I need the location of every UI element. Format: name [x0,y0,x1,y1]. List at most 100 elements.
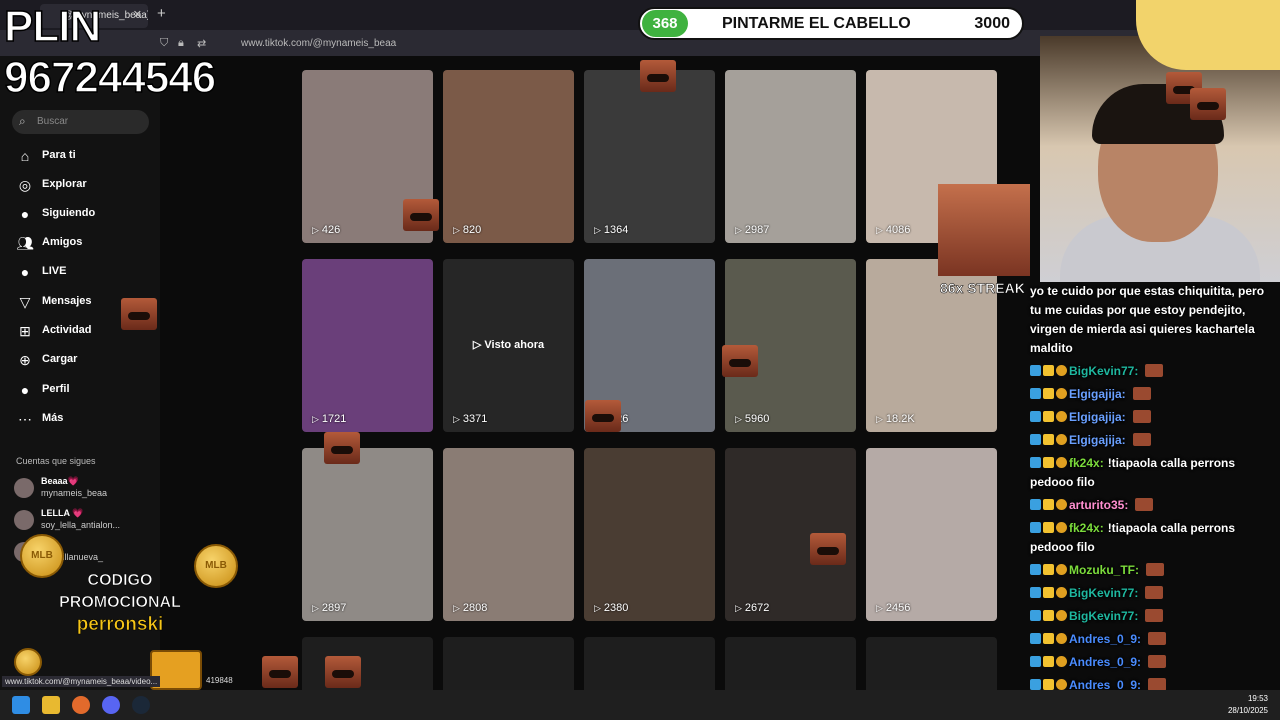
view-count: ▷ 5960 [735,413,769,425]
coin-badge-icon [1056,679,1067,690]
chat-username: fk24x: [1069,521,1104,535]
search-input[interactable]: ⌕ Buscar [12,110,149,134]
windows-start-icon[interactable] [12,696,30,714]
chat-message: Elgigajija: [1030,431,1276,450]
more-icon: ⋯ [18,411,32,427]
sidebar-item-siguiendo[interactable]: ● Siguiendo [16,204,146,226]
view-count: ▷ 4086 [876,224,910,236]
coin-badge-icon [1056,564,1067,575]
chat-username: BigKevin77: [1069,586,1139,600]
goal-target: 3000 [974,15,1010,32]
permissions-icon[interactable]: ⇄ [197,37,206,50]
play-icon: ▷ [876,225,883,235]
emote-sticker [325,656,361,688]
promo-code: perronski [76,614,164,636]
new-tab-icon[interactable]: + [157,5,166,22]
promo-block: CODIGO PROMOCIONAL perronski [40,570,200,636]
chat-username: Elgigajija: [1069,410,1126,424]
sidebar-item-amigos[interactable]: 👥︎ Amigos [16,233,146,255]
sidebar-item-m-s[interactable]: ⋯ Más [16,409,146,431]
profile-icon: ● [20,382,30,398]
crown-icon [1043,610,1054,621]
sidebar-item-label: Perfil [42,383,70,395]
video-tile[interactable]: ▷ 1721 [302,259,433,432]
crown-icon [1043,499,1054,510]
search-icon: ⌕ [19,114,26,128]
video-tile[interactable]: ▷ 2987 [725,70,856,243]
chat-username: BigKevin77: [1069,364,1139,378]
play-icon: ▷ [312,225,319,235]
view-count: ▷ 1364 [594,224,628,236]
account-name: Beaaa💗 [41,476,79,486]
followed-account[interactable]: Beaaa💗 mynameis_beaa [14,476,144,502]
coin-icon [14,648,42,676]
sidebar-item-label: Explorar [42,178,87,190]
play-icon: ▷ [735,414,742,424]
badge-icon [1030,564,1041,575]
video-tile-placeholder[interactable] [443,637,574,697]
play-icon: ▷ [594,603,601,613]
view-count-value: 2808 [462,602,488,614]
video-tile-placeholder[interactable] [725,637,856,697]
sidebar-item-cargar[interactable]: ⊕ Cargar [16,350,146,372]
sidebar-item-label: LIVE [42,265,67,277]
video-tile[interactable]: ▷ 2808 [443,448,574,621]
goal-banner: 368 PINTARME EL CABELLO 3000 [638,7,1024,40]
video-tile[interactable]: ▷ 2380 [584,448,715,621]
view-count-value: 2987 [744,224,770,236]
activity-icon: ⊞ [19,323,31,339]
crown-icon [1043,633,1054,644]
view-count: ▷ 2987 [735,224,769,236]
emote-icon [1145,609,1164,622]
sidebar-item-label: Mensajes [42,295,92,307]
sidebar-item-para-ti[interactable]: ⌂ Para ti [16,146,146,168]
video-tile[interactable]: ▷ 2456 [866,448,997,621]
steam-icon[interactable] [132,696,150,714]
chat-username: BigKevin77: [1069,609,1139,623]
view-count-value: 820 [462,224,482,236]
view-count-value: 2672 [744,602,770,614]
emote-icon [1132,387,1151,400]
emote-icon [1132,410,1151,423]
followed-account[interactable]: LELLA 💗 soy_lella_antialon... [14,508,144,534]
emote-sticker [324,432,360,464]
emote-sticker [640,60,676,92]
discord-icon[interactable] [102,696,120,714]
emote-sticker [403,199,439,231]
close-tab-icon[interactable]: ✕ [133,8,142,21]
sidebar-item-label: Más [42,412,64,424]
sidebar-item-live[interactable]: ● LIVE [16,262,146,284]
sidebar-item-explorar[interactable]: ◎ Explorar [16,175,146,197]
chat-username: Elgigajija: [1069,387,1126,401]
view-count: ▷ 18.2K [876,413,915,425]
video-tile[interactable]: ▷ 2897 [302,448,433,621]
sidebar-item-label: Amigos [42,236,83,248]
play-icon: ▷ [312,414,319,424]
video-tile-placeholder[interactable] [866,637,997,697]
view-count: ▷ 2897 [312,602,346,614]
sidebar-item-perfil[interactable]: ● Perfil [16,380,146,402]
emote-icon [1148,655,1167,668]
emote-overlay [938,184,1030,276]
video-tile[interactable]: ▷ 820 [443,70,574,243]
sidebar-item-label: Siguiendo [42,207,96,219]
chat-message: BigKevin77: [1030,584,1276,603]
video-tile[interactable]: ▷ 3371 ▷ Visto ahora [443,259,574,432]
file-explorer-icon[interactable] [42,696,60,714]
taskbar: 19:53 28/10/2025 [0,690,1280,720]
lock-icon[interactable]: 🔒︎ [178,37,184,50]
video-tile-placeholder[interactable] [302,637,433,697]
upload-icon: ⊕ [19,352,31,368]
video-tile-placeholder[interactable] [584,637,715,697]
address-bar[interactable]: www.tiktok.com/@mynameis_beaa [241,38,396,49]
coin-badge-icon [1056,365,1067,376]
taskbar-clock[interactable]: 19:53 28/10/2025 [1228,693,1268,717]
sidebar-item-label: Para ti [42,149,76,161]
messages-icon: ▽ [19,294,31,310]
video-tile[interactable]: ▷ 1364 [584,70,715,243]
shield-icon[interactable]: ⛉ [160,37,168,50]
firefox-icon[interactable] [72,696,90,714]
friends-icon: 👥︎ [16,235,34,251]
home-icon: ⌂ [20,148,30,164]
crown-icon [1043,587,1054,598]
